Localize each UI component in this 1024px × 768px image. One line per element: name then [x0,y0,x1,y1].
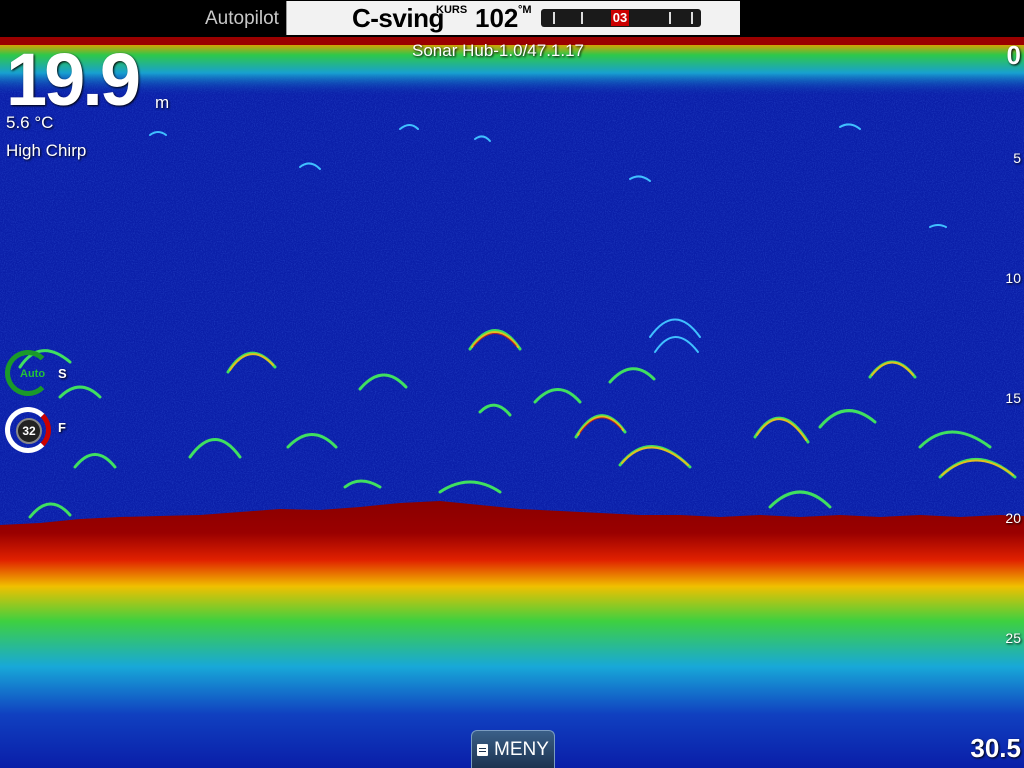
depth-scale-label: 5 [1013,150,1021,166]
autopilot-panel[interactable]: C-sving KURS 102 °M 03 [286,1,740,35]
rudder-bar: 03 [541,9,701,27]
rudder-tick [581,12,583,24]
rudder-tick [553,12,555,24]
rudder-tick [691,12,693,24]
frequency-label: High Chirp [6,141,87,160]
depth-scale-label: 15 [1005,390,1021,406]
sonar-view[interactable] [0,37,1024,768]
menu-button[interactable]: MENY [471,730,555,768]
auto-suffix: S [58,366,67,381]
top-bar: Autopilot C-sving KURS 102 °M 03 [0,0,1024,37]
gain-value[interactable]: 32 [16,418,42,444]
sonar-source-label: Sonar Hub-1.0/47.1.17 [412,41,585,60]
depth-scale-label: 10 [1005,270,1021,286]
autopilot-label[interactable]: Autopilot [205,8,279,30]
gain-suffix: F [58,420,66,435]
rudder-tick [669,12,671,24]
depth-unit: m [155,93,170,112]
heading-label: KURS [436,4,468,16]
auto-label: Auto [20,368,46,380]
autopilot-mode: C-sving [352,3,444,33]
depth-scale-label: 0 [1006,40,1021,70]
sonar-echogram [0,37,1024,768]
depth-scale-label: 20 [1005,510,1021,526]
heading-value: 102 [475,3,519,33]
menu-icon [477,743,489,756]
range-readout: 30.5 [970,733,1021,763]
water-temperature: 5.6 °C [6,113,54,132]
heading-unit: °M [518,4,532,16]
menu-label: MENY [494,738,549,760]
depth-readout: 19.9 [6,38,141,121]
rudder-value: 03 [611,10,629,26]
seabed-echo [0,501,1024,768]
depth-scale-label: 25 [1005,630,1021,646]
